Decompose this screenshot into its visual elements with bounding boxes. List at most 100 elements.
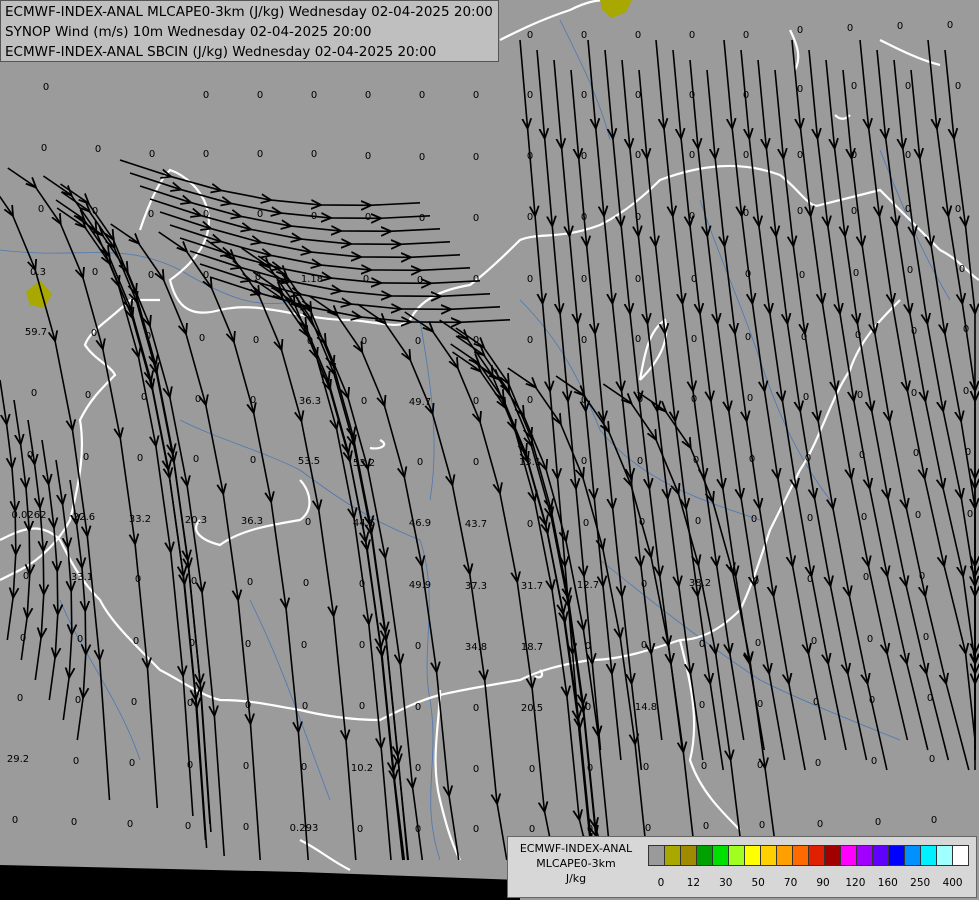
cape-value-label: 0 [931, 815, 937, 826]
legend-swatch [856, 845, 873, 866]
cape-value-label: 0 [417, 457, 423, 468]
cape-value-label: 0 [691, 394, 697, 405]
cape-value-label: 0 [527, 519, 533, 530]
legend-swatch [904, 845, 921, 866]
cape-value-label: 0 [701, 761, 707, 772]
legend-tick-label: 90 [816, 877, 830, 889]
cape-value-label: 0 [635, 90, 641, 101]
cape-value-label: 0 [745, 269, 751, 280]
cape-value-label: 0 [875, 817, 881, 828]
cape-value-label: 0 [587, 824, 593, 835]
cape-value-label: 0 [897, 21, 903, 32]
cape-value-label: 0 [643, 762, 649, 773]
cape-value-label: 0 [585, 641, 591, 652]
cape-value-label: 0 [191, 576, 197, 587]
cape-value-label: 0 [187, 698, 193, 709]
cape-value-label: 0 [38, 204, 44, 215]
cape-value-label: 43.7 [465, 519, 487, 530]
cape-value-label: 0 [129, 758, 135, 769]
legend-swatch [760, 845, 777, 866]
cape-value-label: 0 [527, 151, 533, 162]
cape-value-label: 0 [689, 211, 695, 222]
cape-value-label: 0 [527, 335, 533, 346]
cape-value-label: 0 [635, 274, 641, 285]
cape-value-label: 0 [27, 450, 33, 461]
cape-value-label: 0 [861, 512, 867, 523]
cape-value-label: 0 [250, 395, 256, 406]
cape-value-label: 0 [203, 270, 209, 281]
cape-value-label: 0 [641, 579, 647, 590]
cape-value-label: 0 [847, 23, 853, 34]
cape-value-label: 0 [907, 265, 913, 276]
cape-value-label: 31.7 [521, 581, 543, 592]
cape-value-label: 0 [71, 817, 77, 828]
cape-value-label: 0 [185, 821, 191, 832]
cape-value-label: 0 [635, 30, 641, 41]
cape-value-label: 0 [365, 212, 371, 223]
cape-value-label: 0 [807, 513, 813, 524]
cape-value-label: 0 [965, 447, 971, 458]
cape-value-label: 0 [31, 388, 37, 399]
legend-unit: J/kg [565, 872, 587, 885]
cape-value-label: 0 [947, 20, 953, 31]
legend-swatch [744, 845, 761, 866]
cape-value-label: 0 [311, 90, 317, 101]
cape-value-label: 0 [357, 824, 363, 835]
cape-value-label: 0 [799, 270, 805, 281]
cape-value-label: 0 [797, 150, 803, 161]
cape-value-label: 37.3 [465, 581, 487, 592]
cape-value-label: 0 [645, 823, 651, 834]
cape-value-label: 0 [743, 208, 749, 219]
cape-value-label: 0 [135, 574, 141, 585]
cape-value-label: 0.3 [30, 267, 46, 278]
cape-value-label: 0 [689, 90, 695, 101]
cape-value-label: 0 [193, 454, 199, 465]
cape-value-label: 0 [929, 754, 935, 765]
cape-value-label: 0 [415, 336, 421, 347]
cape-value-label: 0 [473, 703, 479, 714]
cape-value-label: 0 [863, 572, 869, 583]
cape-value-label: 0 [757, 699, 763, 710]
cape-value-label: 0 [361, 396, 367, 407]
cape-value-label: 0 [257, 90, 263, 101]
cape-value-label: 0 [527, 212, 533, 223]
cape-value-label: 0 [365, 151, 371, 162]
cape-value-label: 44.6 [353, 518, 375, 529]
cape-value-label: 0 [927, 693, 933, 704]
cape-value-label: 0 [581, 274, 587, 285]
cape-value-label: 0 [915, 510, 921, 521]
cape-value-label: 0 [305, 517, 311, 528]
cape-value-label: 0 [359, 701, 365, 712]
legend-swatch [872, 845, 889, 866]
cape-value-label: 59.7 [25, 327, 47, 338]
cape-value-label: 0 [967, 509, 973, 520]
cape-value-label: 0 [857, 390, 863, 401]
cape-value-label: 0 [749, 454, 755, 465]
weather-map: 0 0 0 0 0 0 0 0 0 0 0 0 0 0 0 0 0 0 0 0 0 0 0 0 0 0 0 0 0 0 0 0 0 0 0 0 0 0 0 0… [0, 0, 979, 900]
cape-value-label: 0 [75, 695, 81, 706]
cape-value-label: 0 [699, 700, 705, 711]
cape-value-label: 0 [311, 149, 317, 160]
cape-value-label: 0 [203, 90, 209, 101]
cape-value-label: 0.0262 [12, 510, 47, 521]
cape-value-label: 0 [255, 272, 261, 283]
cape-value-label: 0 [473, 90, 479, 101]
legend-swatch [920, 845, 937, 866]
cape-value-label: 0 [871, 756, 877, 767]
legend-swatches [648, 845, 969, 866]
cape-value-label: 0 [473, 335, 479, 346]
cape-value-label: 0 [203, 209, 209, 220]
cape-value-label: 0 [743, 90, 749, 101]
cape-value-label: 0 [473, 764, 479, 775]
cape-value-label: 0 [581, 456, 587, 467]
legend-title: ECMWF-INDEX-ANAL [519, 842, 633, 855]
cape-value-label: 0 [797, 25, 803, 36]
cape-value-label: 0 [797, 84, 803, 95]
cape-value-label: 0 [581, 90, 587, 101]
legend-tick-label: 70 [783, 877, 798, 889]
cape-value-label: 0 [959, 264, 965, 275]
cape-value-label: 0 [581, 335, 587, 346]
cape-value-label: 0 [43, 82, 49, 93]
map-background [0, 0, 979, 900]
cape-value-label: 0 [867, 634, 873, 645]
